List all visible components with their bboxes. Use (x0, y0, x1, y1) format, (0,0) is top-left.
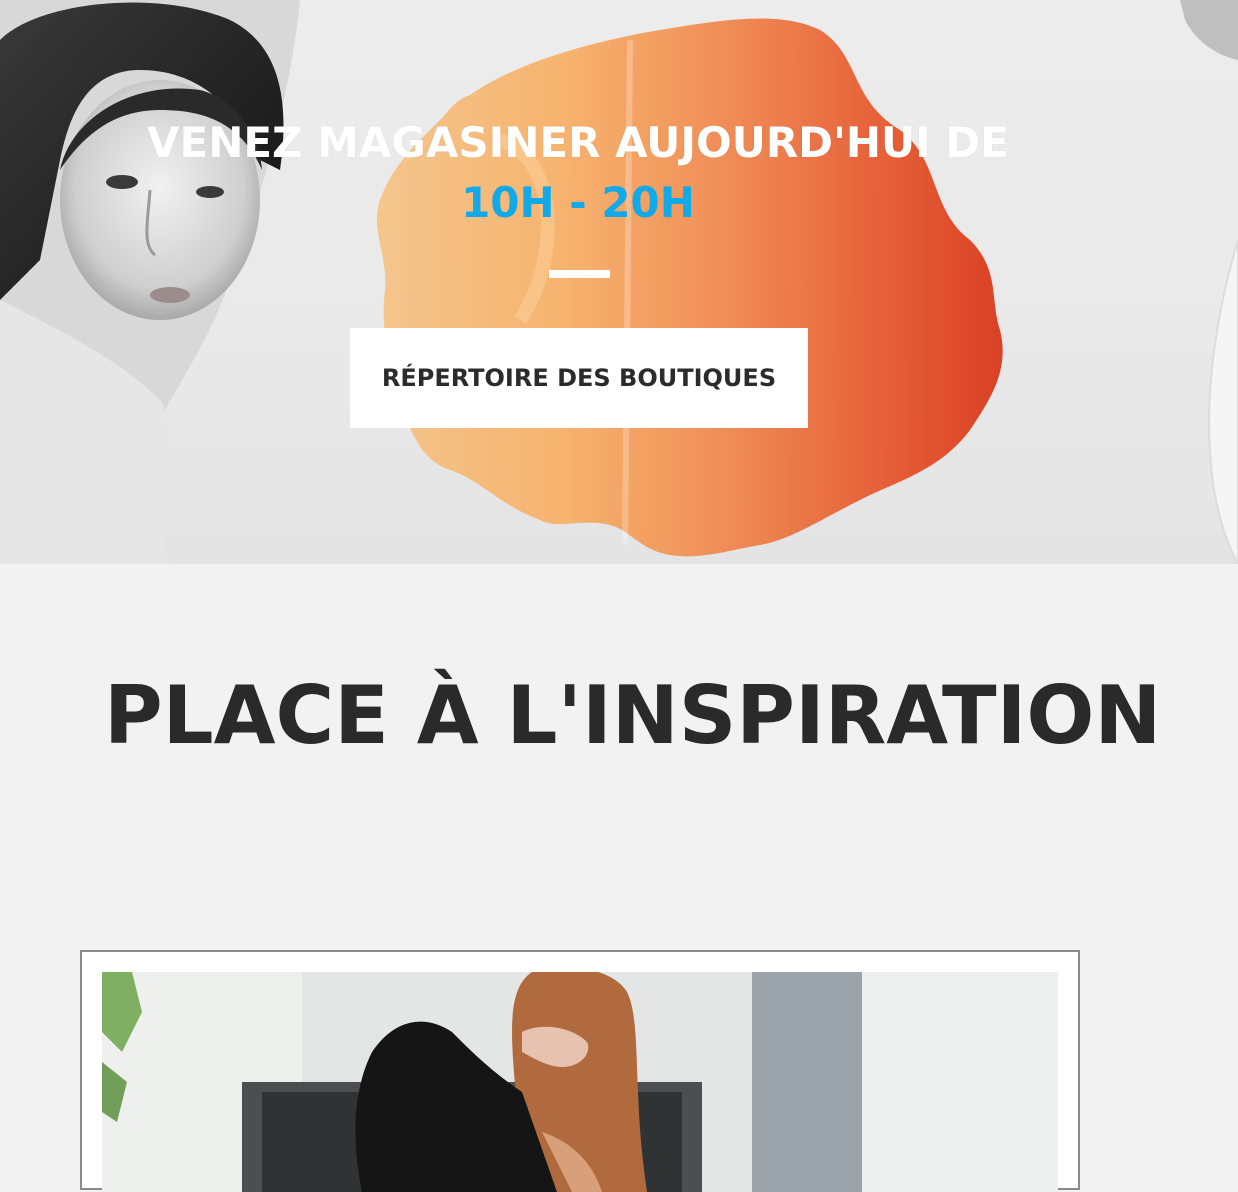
hero-divider (549, 270, 610, 278)
model-left-image (0, 0, 300, 564)
store-directory-button[interactable]: RÉPERTOIRE DES BOUTIQUES (350, 328, 808, 428)
opening-hours: 10H - 20H (461, 178, 695, 227)
inspiration-photo (102, 972, 1058, 1192)
inspiration-card[interactable] (80, 950, 1080, 1192)
hero-background-image (0, 0, 1238, 564)
inspiration-card-image[interactable] (102, 972, 1058, 1192)
watercolor-blot (376, 18, 1003, 557)
hero-banner: VENEZ MAGASINER AUJOURD'HUI DE 10H - 20H… (0, 0, 1238, 564)
hero-headline: VENEZ MAGASINER AUJOURD'HUI DE (147, 118, 1009, 167)
model-right-image (1180, 0, 1238, 564)
section-title: PLACE À L'INSPIRATION (104, 669, 1162, 762)
